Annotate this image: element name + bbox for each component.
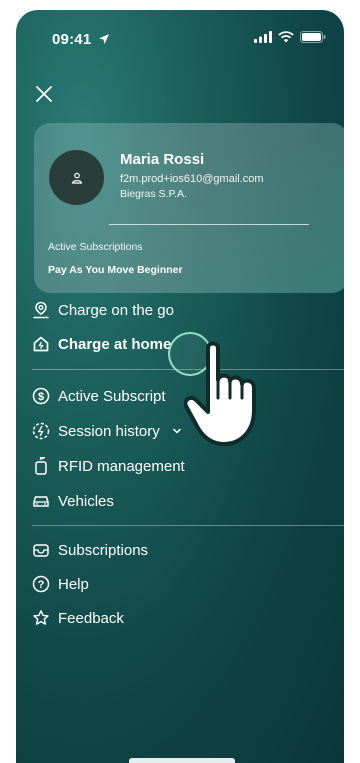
pointing-hand-icon: [184, 341, 256, 446]
chevron-down-icon: [172, 428, 181, 434]
menu-divider: [32, 525, 344, 526]
menu-item-label: Feedback: [58, 609, 124, 627]
profile-company: Biegras S.P.A.: [120, 188, 187, 200]
status-bar: 09:41: [16, 10, 344, 56]
rfid-card-icon: [32, 457, 50, 475]
close-icon: [36, 86, 52, 102]
profile-name: Maria Rossi: [120, 151, 205, 168]
menu-item-label: Session history: [58, 422, 160, 440]
subscription-box-icon: [32, 541, 50, 559]
svg-text:$: $: [38, 391, 44, 403]
menu-item-label: Active Subscript: [58, 387, 166, 405]
menu-item-label: Help: [58, 575, 89, 593]
menu-item-subscriptions[interactable]: Subscriptions: [32, 537, 148, 563]
help-circle-icon: ?: [32, 575, 50, 593]
menu-item-active-subscriptions[interactable]: $ Active Subscript: [32, 383, 166, 409]
menu-item-label: Charge on the go: [58, 301, 174, 319]
status-icons: [254, 31, 326, 43]
location-arrow-icon: [98, 34, 109, 44]
menu-item-label: Charge at home: [58, 335, 172, 353]
session-bolt-icon: [32, 422, 50, 440]
menu-item-charge-at-home[interactable]: Charge at home: [32, 331, 171, 357]
home-charger-icon: [32, 335, 50, 353]
menu-item-label: RFID management: [58, 457, 185, 475]
star-icon: [32, 609, 50, 627]
menu-item-label: Vehicles: [58, 492, 114, 510]
close-button[interactable]: [30, 80, 58, 108]
active-subscriptions-label: Active Subscriptions: [48, 241, 143, 253]
status-time-text: 09:41: [52, 31, 92, 48]
status-time: 09:41: [52, 31, 110, 48]
profile-email: f2m.prod+ios610@gmail.com: [120, 173, 264, 185]
user-icon: [71, 172, 82, 184]
profile-card[interactable]: Maria Rossi f2m.prod+ios610@gmail.com Bi…: [34, 123, 344, 293]
signal-icon: [254, 31, 272, 43]
wifi-icon: [278, 31, 294, 43]
menu-item-charge-on-the-go[interactable]: Charge on the go: [32, 297, 174, 323]
menu-item-feedback[interactable]: Feedback: [32, 605, 124, 631]
menu-item-label: Subscriptions: [58, 541, 149, 559]
menu-item-session-history[interactable]: Session history: [32, 418, 182, 444]
battery-icon: [300, 31, 326, 43]
profile-divider: [109, 224, 309, 225]
menu-item-vehicles[interactable]: Vehicles: [32, 488, 114, 514]
menu-item-rfid-management[interactable]: RFID management: [32, 453, 185, 479]
car-icon: [32, 492, 50, 510]
avatar: [49, 150, 104, 205]
app-screen: 09:41 Maria Rossi f2m.prod+ios610@gmail.…: [16, 10, 344, 763]
svg-text:?: ?: [38, 579, 45, 591]
active-subscription-name: Pay As You Move Beginner: [48, 264, 183, 276]
menu-item-help[interactable]: ? Help: [32, 571, 89, 597]
map-pin-icon: [32, 301, 50, 319]
home-indicator: [129, 758, 235, 763]
dollar-circle-icon: $: [32, 387, 50, 405]
